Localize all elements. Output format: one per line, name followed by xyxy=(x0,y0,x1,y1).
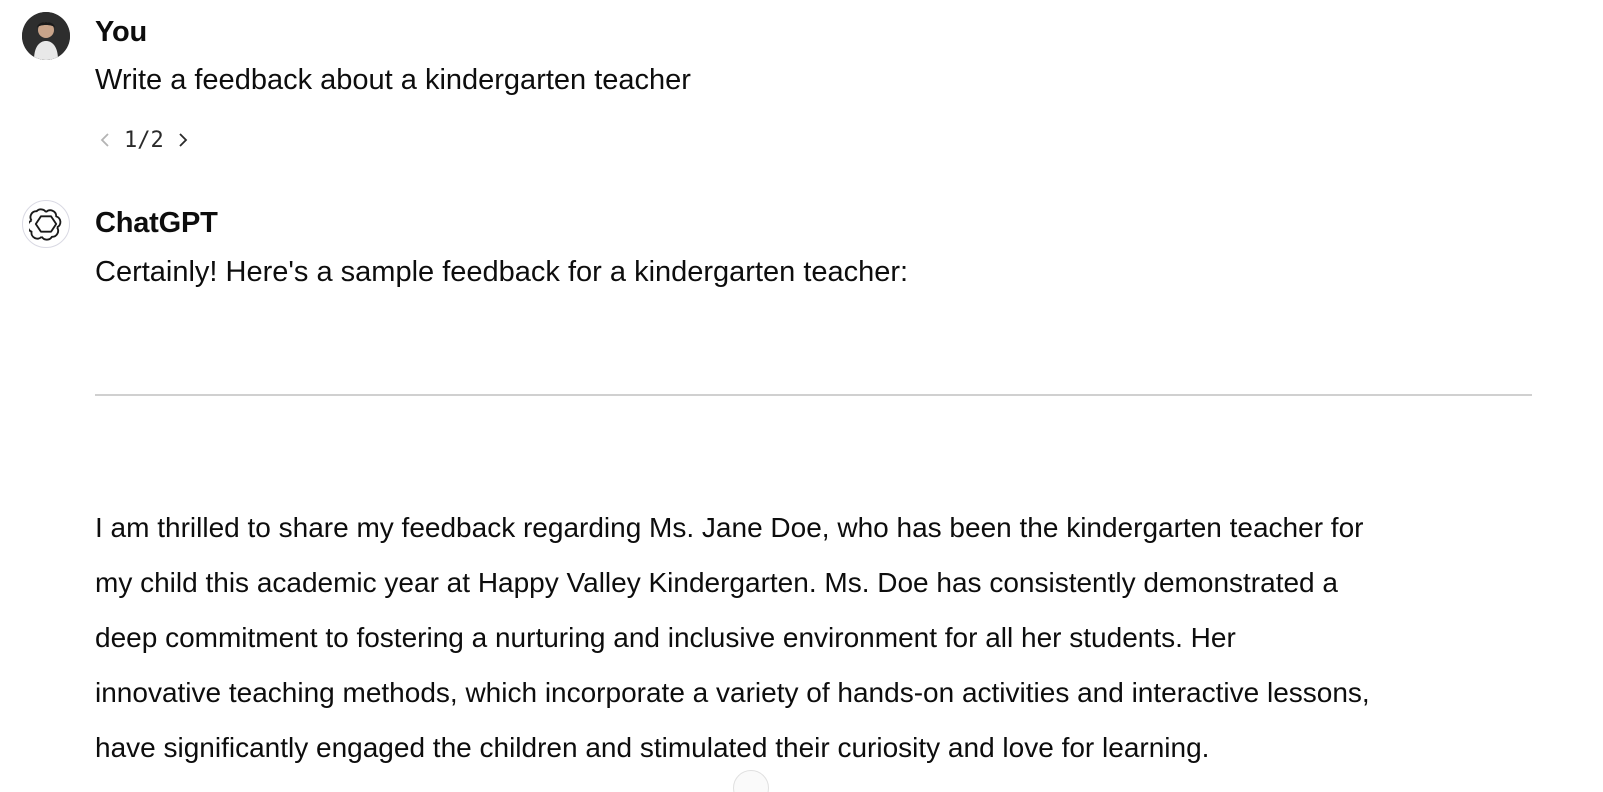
response-line: have significantly engaged the children … xyxy=(95,732,1210,763)
response-line: deep commitment to fostering a nurturing… xyxy=(95,622,1236,653)
assistant-author-name: ChatGPT xyxy=(95,207,218,239)
openai-logo-icon xyxy=(29,208,62,241)
pager-count: 1/2 xyxy=(124,127,164,153)
user-message: Write a feedback about a kindergarten te… xyxy=(95,64,691,96)
horizontal-rule xyxy=(95,394,1532,396)
user-author-name: You xyxy=(95,16,148,48)
assistant-response-body: I am thrilled to share my feedback regar… xyxy=(95,500,1575,775)
user-avatar xyxy=(22,12,70,60)
chat-transcript: You Write a feedback about a kindergarte… xyxy=(0,0,1603,792)
assistant-intro: Certainly! Here's a sample feedback for … xyxy=(95,256,909,288)
chevron-right-icon[interactable] xyxy=(174,126,192,154)
response-line: I am thrilled to share my feedback regar… xyxy=(95,512,1364,543)
response-line: my child this academic year at Happy Val… xyxy=(95,567,1338,598)
assistant-avatar xyxy=(22,200,70,248)
chevron-left-icon[interactable] xyxy=(96,126,114,154)
user-photo-icon xyxy=(22,12,70,60)
response-pager: 1/2 xyxy=(96,124,192,156)
response-line: innovative teaching methods, which incor… xyxy=(95,677,1370,708)
